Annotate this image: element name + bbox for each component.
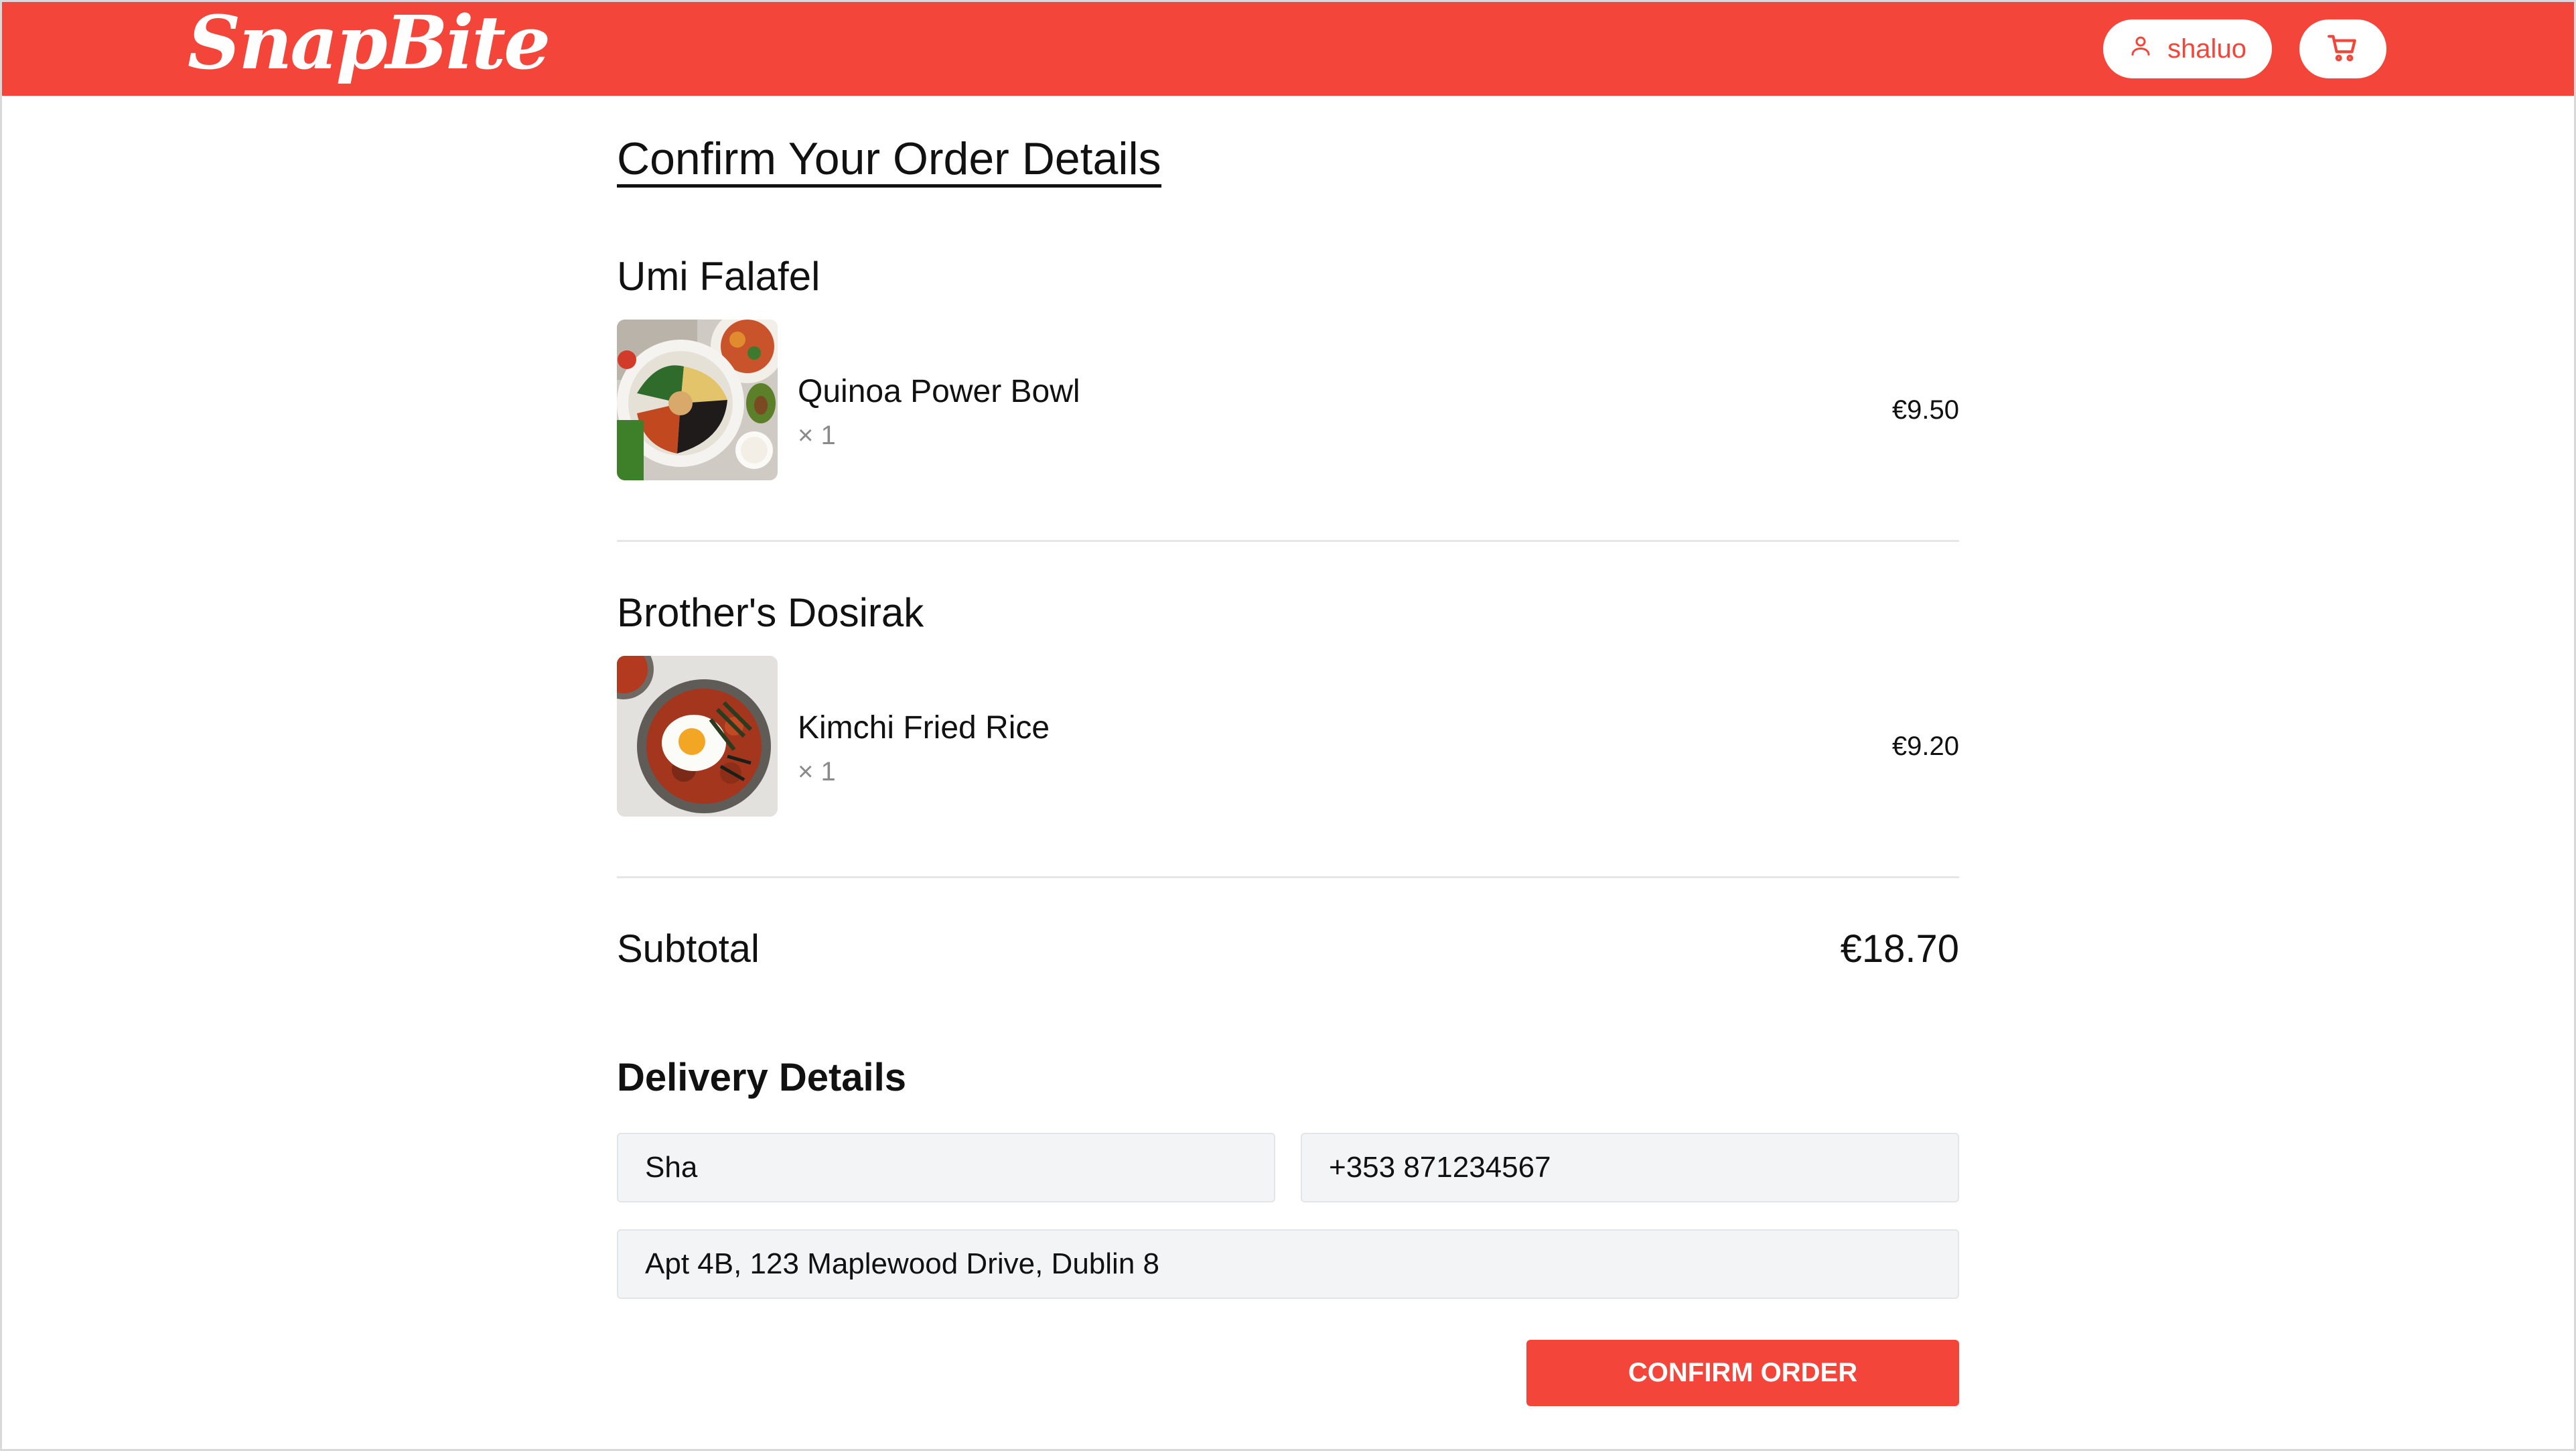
- item-name: Quinoa Power Bowl: [798, 374, 1080, 409]
- item-image-quinoa-power-bowl: [617, 320, 778, 480]
- item-price: €9.50: [1891, 395, 1959, 425]
- subtotal-label: Subtotal: [617, 927, 760, 971]
- user-account-button[interactable]: shaluo: [2103, 19, 2272, 78]
- subtotal-value: €18.70: [1840, 927, 1959, 971]
- item-image-kimchi-fried-rice: [617, 656, 778, 817]
- cart-icon: [2326, 31, 2360, 68]
- restaurant-name: Umi Falafel: [617, 254, 820, 299]
- top-bar: SnapBite shaluo: [0, 0, 2576, 96]
- item-name: Kimchi Fried Rice: [798, 710, 1050, 746]
- item-quantity: × 1: [798, 757, 836, 786]
- restaurant-name: Brother's Dosirak: [617, 590, 924, 635]
- item-quantity: × 1: [798, 421, 836, 450]
- name-field[interactable]: [617, 1133, 1275, 1202]
- confirm-order-button[interactable]: CONFIRM ORDER: [1526, 1340, 1959, 1406]
- snapbite-logo[interactable]: SnapBite: [188, 1, 551, 84]
- divider: [617, 540, 1959, 542]
- address-field[interactable]: [617, 1229, 1959, 1299]
- cart-button[interactable]: [2299, 19, 2386, 78]
- delivery-details-title: Delivery Details: [617, 1056, 907, 1099]
- phone-field[interactable]: [1301, 1133, 1959, 1202]
- divider: [617, 876, 1959, 878]
- user-name-label: shaluo: [2167, 33, 2246, 64]
- page-title: Confirm Your Order Details: [617, 131, 1161, 188]
- user-icon: [2129, 33, 2153, 64]
- item-price: €9.20: [1891, 732, 1959, 761]
